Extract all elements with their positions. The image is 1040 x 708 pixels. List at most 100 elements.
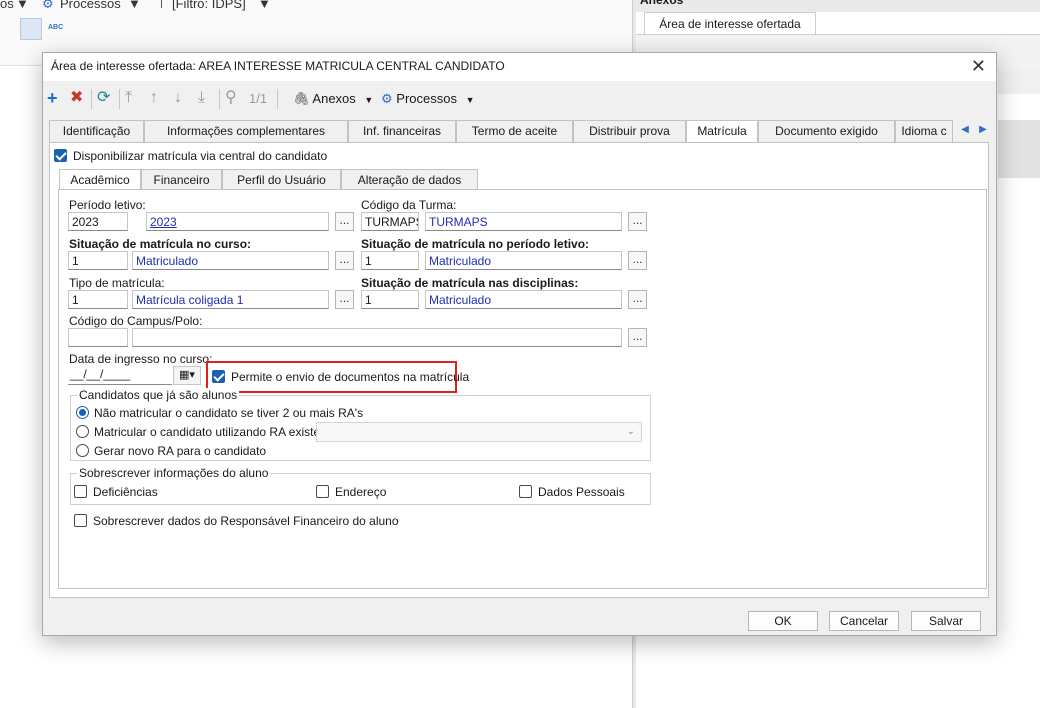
gear-icon: ⚙	[381, 91, 393, 106]
candidatos-group-title: Candidatos que já são alunos	[77, 388, 240, 402]
bg-view-icon[interactable]	[20, 18, 42, 40]
sit-periodo-lookup-button[interactable]: ...	[628, 251, 647, 270]
close-icon[interactable]: ✕	[971, 56, 986, 77]
radio-nao-matricular-label: Não matricular o candidato se tiver 2 ou…	[94, 406, 364, 420]
calendar-icon[interactable]: ▦▾	[173, 366, 201, 385]
sit-periodo-label: Situação de matrícula no período letivo:	[361, 237, 590, 251]
bg-grid-header	[998, 70, 1040, 94]
anexos-menu[interactable]: 🖇 Anexos ▼	[293, 91, 373, 107]
periodo-letivo-lookup-button[interactable]: ...	[335, 212, 354, 231]
endereco-checkbox[interactable]	[316, 485, 329, 498]
bg-gear-icon: ⚙	[42, 0, 54, 11]
next-record-icon[interactable]: ↓	[174, 89, 182, 107]
save-button[interactable]: Salvar	[911, 611, 981, 631]
anexos-tab[interactable]: Área de interesse ofertada	[644, 12, 816, 34]
radio-gerar-novo-ra-label: Gerar novo RA para o candidato	[94, 444, 267, 458]
campus-desc[interactable]	[132, 328, 622, 347]
sit-disciplinas-desc[interactable]: Matriculado	[425, 290, 622, 309]
responsavel-financeiro-checkbox[interactable]	[74, 514, 87, 527]
permite-envio-checkbox[interactable]	[212, 370, 225, 383]
campus-code[interactable]	[68, 328, 128, 347]
codigo-turma-desc[interactable]: TURMAPS	[425, 212, 622, 231]
dialog-titlebar: Área de interesse ofertada: AREA INTERES…	[43, 53, 996, 81]
processos-label: Processos	[396, 91, 457, 106]
sit-curso-desc[interactable]: Matriculado	[132, 251, 329, 270]
refresh-icon[interactable]: ⟳	[97, 89, 110, 107]
tab-identificacao[interactable]: Identificação	[49, 120, 144, 142]
tab-scroll-left-icon[interactable]: ◀	[957, 121, 973, 139]
tab-documento-exigido[interactable]: Documento exigido	[758, 120, 895, 142]
area-interesse-dialog: Área de interesse ofertada: AREA INTERES…	[42, 52, 997, 636]
search-icon[interactable]: ⚲	[225, 89, 237, 107]
add-icon[interactable]: +	[47, 89, 58, 107]
data-ingresso-input[interactable]: __/__/____	[68, 367, 172, 385]
radio-gerar-novo-ra[interactable]	[76, 444, 89, 457]
tab-scroll-right-icon[interactable]: ▶	[975, 121, 991, 139]
codigo-turma-code[interactable]: TURMAPS	[361, 212, 419, 231]
tab-financeiro[interactable]: Financeiro	[141, 169, 222, 190]
central-candidato-label: Disponibilizar matrícula via central do …	[73, 149, 328, 163]
bg-filter-label[interactable]: [Filtro: IDPS]	[172, 0, 246, 11]
chevron-down-icon: ▼	[364, 95, 374, 105]
codigo-turma-label: Código da Turma:	[361, 198, 457, 212]
chevron-down-icon: ▼	[465, 95, 475, 105]
dados-pessoais-label: Dados Pessoais	[538, 485, 625, 499]
delete-icon[interactable]: ✖	[70, 89, 83, 107]
bg-caret-icon: ▼	[128, 0, 141, 11]
dados-pessoais-checkbox[interactable]	[519, 485, 532, 498]
sit-disciplinas-label: Situação de matrícula nas disciplinas:	[361, 276, 579, 290]
tipo-matricula-label: Tipo de matrícula:	[69, 276, 165, 290]
deficiencias-checkbox[interactable]	[74, 485, 87, 498]
tipo-matricula-desc[interactable]: Matrícula coligada 1	[132, 290, 329, 309]
record-counter: 1/1	[249, 91, 268, 106]
ok-button[interactable]: OK	[748, 611, 818, 631]
tab-distribuir-prova[interactable]: Distribuir prova	[573, 120, 686, 142]
sit-periodo-desc[interactable]: Matriculado	[425, 251, 622, 270]
permite-envio-label: Permite o envio de documentos na matrícu…	[231, 370, 470, 384]
bg-abc-icon: ABC	[48, 24, 64, 31]
anexos-label: Anexos	[312, 91, 356, 106]
first-record-icon[interactable]: ⤒	[125, 89, 132, 107]
campus-lookup-button[interactable]: ...	[628, 328, 647, 347]
cancel-button[interactable]: Cancelar	[829, 611, 899, 631]
sit-curso-code[interactable]: 1	[68, 251, 128, 270]
tipo-matricula-lookup-button[interactable]: ...	[335, 290, 354, 309]
data-ingresso-label: Data de ingresso no curso:	[69, 352, 213, 366]
bg-caret-icon: ▼	[16, 0, 29, 11]
radio-matricular-ra-existente-label: Matricular o candidato utilizando RA exi…	[94, 425, 337, 439]
previous-record-icon[interactable]: ↑	[150, 89, 158, 107]
tipo-matricula-code[interactable]: 1	[68, 290, 128, 309]
chevron-down-icon: ⌄	[626, 426, 635, 437]
bg-filter-icon: ⊤	[156, 0, 168, 11]
bg-processos-menu[interactable]: Processos	[60, 0, 121, 11]
sit-curso-label: Situação de matrícula no curso:	[69, 237, 252, 251]
tab-academico[interactable]: Acadêmico	[59, 169, 141, 191]
ra-select[interactable]: ⌄	[316, 422, 642, 442]
anexos-panel-title: Anexos	[636, 0, 1040, 12]
sit-periodo-code[interactable]: 1	[361, 251, 419, 270]
tab-idioma[interactable]: Idioma c	[895, 120, 953, 142]
tab-inf-financeiras[interactable]: Inf. financeiras	[348, 120, 456, 142]
tab-alteracao-dados[interactable]: Alteração de dados	[341, 169, 478, 190]
radio-nao-matricular[interactable]	[76, 406, 89, 419]
periodo-letivo-code[interactable]: 2023	[68, 212, 128, 231]
tab-perfil-usuario[interactable]: Perfil do Usuário	[222, 169, 341, 190]
last-record-icon[interactable]: ⤓	[198, 89, 205, 107]
tab-matricula[interactable]: Matrícula	[686, 120, 758, 143]
sit-disciplinas-lookup-button[interactable]: ...	[628, 290, 647, 309]
periodo-letivo-label: Período letivo:	[69, 198, 146, 212]
sobrescrever-group-title: Sobrescrever informações do aluno	[77, 466, 271, 480]
periodo-letivo-desc[interactable]: 2023	[146, 212, 329, 231]
tab-termo-de-aceite[interactable]: Termo de aceite	[456, 120, 573, 142]
bg-menu-item[interactable]: os	[0, 0, 14, 11]
sit-curso-lookup-button[interactable]: ...	[335, 251, 354, 270]
central-candidato-checkbox[interactable]	[54, 149, 67, 162]
tab-informacoes-complementares[interactable]: Informações complementares	[144, 120, 348, 142]
deficiencias-label: Deficiências	[93, 485, 158, 499]
processos-menu[interactable]: ⚙ Processos ▼	[381, 91, 475, 107]
radio-matricular-ra-existente[interactable]	[76, 425, 89, 438]
sit-disciplinas-code[interactable]: 1	[361, 290, 419, 309]
responsavel-financeiro-label: Sobrescrever dados do Responsável Financ…	[93, 514, 399, 528]
dialog-tabs: Identificação Informações complementares…	[49, 120, 997, 143]
codigo-turma-lookup-button[interactable]: ...	[628, 212, 647, 231]
